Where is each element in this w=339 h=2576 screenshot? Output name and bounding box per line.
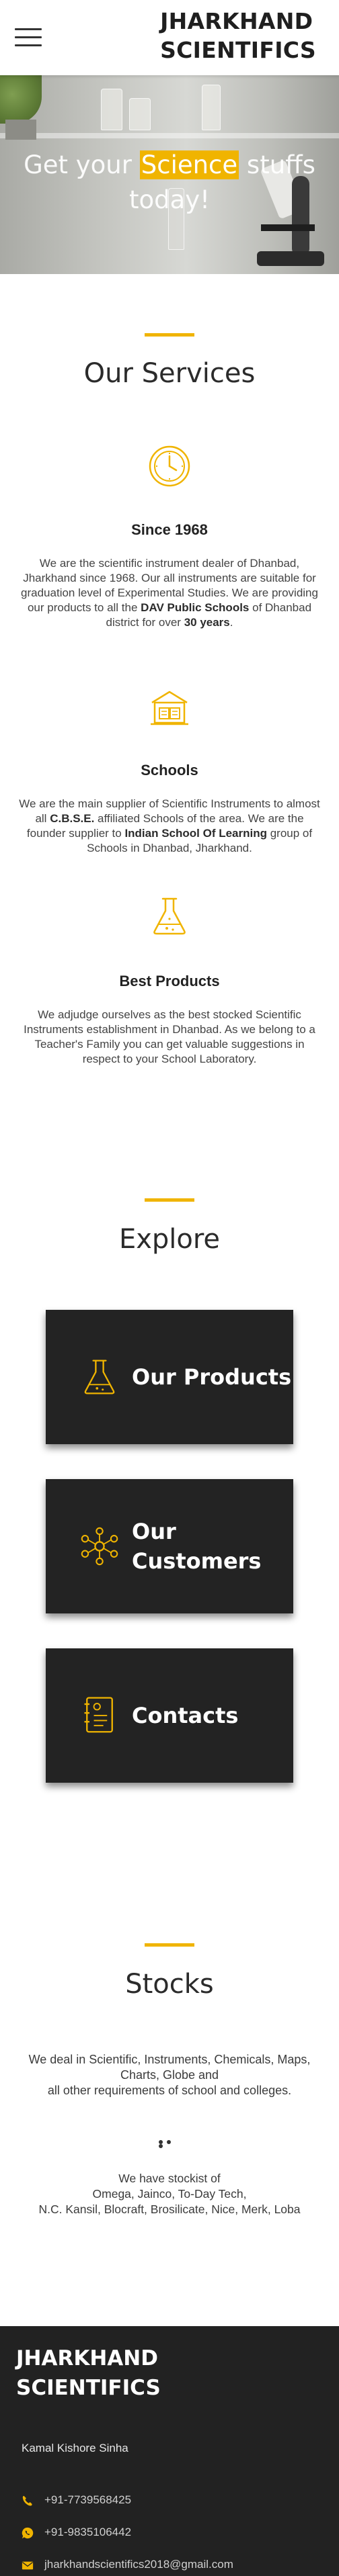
section-divider: [145, 1198, 194, 1202]
hero-title-highlight: Science: [139, 150, 239, 179]
separator-dots: [159, 2140, 182, 2148]
flask-icon: [153, 897, 186, 935]
school-book-icon: [151, 691, 188, 725]
our-customers-card[interactable]: Our Customers: [46, 1479, 293, 1613]
contact-list-icon: [84, 1697, 113, 1733]
stocks-description: We deal in Scientific, Instruments, Chem…: [28, 2053, 311, 2097]
brand-logo[interactable]: JHARKHAND SCIENTIFICS: [160, 7, 316, 64]
network-people-icon: [81, 1527, 118, 1566]
whatsapp-icon: [22, 2527, 34, 2539]
service-title: Schools: [141, 762, 198, 779]
phone-number[interactable]: +91-7739568425: [44, 2493, 131, 2507]
service-description: We adjudge ourselves as the best stocked…: [24, 1008, 315, 1065]
service-title: Since 1968: [131, 521, 208, 538]
stocks-heading: Stocks: [125, 1969, 214, 2000]
card-label: Our Products: [132, 1364, 292, 1390]
email-icon: [22, 2561, 34, 2570]
services-heading: Our Services: [83, 358, 256, 389]
owner-name: Kamal Kishore Sinha: [22, 2442, 128, 2454]
phone-icon: [22, 2495, 32, 2506]
brand-line-2: SCIENTIFICS: [160, 37, 316, 63]
our-products-card[interactable]: Our Products: [46, 1310, 293, 1444]
stockist-list: We have stockist of Omega, Jainco, To-Da…: [38, 2172, 301, 2216]
hero-banner: Get your Science stuffs today!: [0, 75, 339, 274]
explore-heading: Explore: [118, 1224, 221, 1255]
footer-brand[interactable]: JHARKHAND SCIENTIFICS: [16, 2344, 161, 2403]
hero-title: Get your Science stuffs today!: [24, 150, 315, 214]
card-label: Our Customers: [132, 1519, 262, 1574]
site-footer: JHARKHAND SCIENTIFICS Kamal Kishore Sinh…: [0, 2326, 339, 2576]
plant-image: [0, 75, 42, 124]
email-address[interactable]: jharkhandscientifics2018@gmail.com: [44, 2558, 233, 2571]
section-divider: [145, 1943, 194, 1947]
clock-icon: [149, 445, 190, 487]
whatsapp-number[interactable]: +91-9835106442: [44, 2526, 131, 2539]
service-title: Best Products: [119, 973, 220, 989]
section-divider: [145, 333, 194, 337]
card-label: Contacts: [132, 1703, 239, 1728]
service-description: We are the main supplier of Scientific I…: [19, 797, 320, 854]
flask-icon: [84, 1360, 115, 1394]
hamburger-menu-icon[interactable]: [15, 28, 42, 48]
service-description: We are the scientific instrument dealer …: [21, 557, 318, 629]
contacts-card[interactable]: Contacts: [46, 1648, 293, 1783]
site-header: JHARKHAND SCIENTIFICS: [0, 0, 339, 75]
brand-line-1: JHARKHAND: [160, 8, 313, 34]
